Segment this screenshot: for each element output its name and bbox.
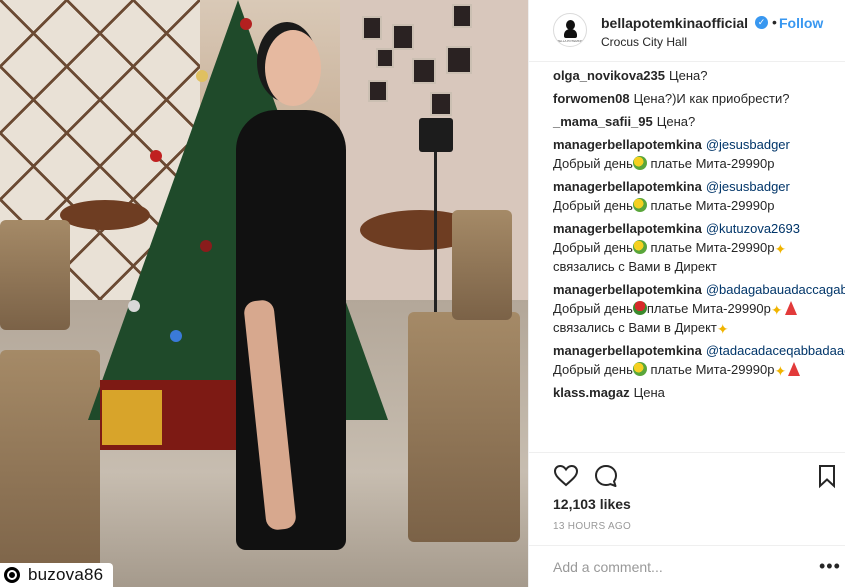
avatar-text: BELLA POTEMKINA [557, 39, 585, 43]
comment-text: Цена? [669, 68, 708, 83]
comment-mention-link[interactable]: @kutuzova2693 [706, 221, 800, 236]
comment-text: Добрый день [553, 362, 633, 377]
bouquet-emoji-icon [632, 362, 647, 376]
photo-ornament [170, 330, 182, 342]
add-comment-bar: ••• [529, 545, 845, 587]
comment-mention-link[interactable]: @jesusbadger [706, 137, 790, 152]
photo-ornament [200, 240, 212, 252]
instagram-logo-icon [4, 567, 20, 583]
photo-frame [446, 46, 472, 74]
comment-username[interactable]: _mama_safii_95 [553, 114, 653, 129]
sparkles-emoji-icon [774, 362, 788, 376]
post-photo[interactable]: buzova86 [0, 0, 528, 587]
photo-lamp [419, 118, 453, 152]
comment-text: платье Мита-29990р [646, 198, 775, 213]
comment-text: Цена [633, 385, 665, 400]
comment-username[interactable]: forwomen08 [553, 91, 630, 106]
comment-text: связались с Вами в Директ [553, 320, 717, 335]
watermark-username: buzova86 [28, 565, 104, 584]
comment-mention-link[interactable]: @tadacadaceqabbadaac5289 [706, 343, 845, 358]
photo-chair [408, 312, 520, 542]
verified-badge-icon: ✓ [755, 16, 768, 29]
post-timestamp[interactable]: 13 HOURS AGO [553, 521, 631, 532]
rose-emoji-icon [632, 301, 647, 315]
post-header: BELLA POTEMKINA bellapotemkinaofficial ✓… [529, 0, 845, 62]
heart-icon[interactable] [553, 463, 579, 489]
photo-chair [452, 210, 512, 320]
avatar-silhouette-body [564, 29, 577, 38]
comment-item: managerbellapotemkina @jesusbadger Добрый… [553, 135, 822, 173]
photo-frame [430, 92, 452, 116]
comment-text: платье Мита-29990р [646, 156, 775, 171]
photo-ornament [196, 70, 208, 82]
comment-username[interactable]: managerbellapotemkina [553, 343, 702, 358]
comment-item: klass.magaz Цена [553, 383, 822, 402]
photo-ornament [150, 150, 162, 162]
bouquet-emoji-icon [632, 198, 647, 212]
avatar[interactable]: BELLA POTEMKINA [553, 13, 587, 47]
comment-text: платье Мита-29990р [646, 301, 771, 316]
separator-dot: • [772, 14, 777, 30]
sparkles-emoji-icon [771, 301, 785, 315]
photo-frame [392, 24, 414, 50]
comment-text: Добрый день [553, 156, 633, 171]
photo-person-head [265, 30, 321, 106]
comment-item: managerbellapotemkina @badagabauadaccagab… [553, 280, 845, 337]
comment-text: платье Мита-29990р [646, 240, 775, 255]
comment-item: managerbellapotemkina @jesusbadger Добрый… [553, 177, 822, 215]
comment-text: Добрый день [553, 198, 633, 213]
location-link[interactable]: Crocus City Hall [601, 35, 687, 49]
photo-lamp-pole [434, 152, 437, 322]
sparkles-emoji-icon [717, 320, 731, 334]
comment-mention-link[interactable]: @jesusbadger [706, 179, 790, 194]
comment-text: Цена? [656, 114, 696, 129]
comment-username[interactable]: managerbellapotemkina [553, 179, 702, 194]
comment-text: связались с Вами в Директ [553, 259, 717, 274]
bouquet-emoji-icon [632, 156, 647, 170]
dress-emoji-icon [784, 301, 797, 315]
comment-username[interactable]: managerbellapotemkina [553, 137, 702, 152]
bookmark-icon[interactable] [817, 463, 837, 489]
comment-username[interactable]: olga_novikova235 [553, 68, 665, 83]
comment-bubble-icon[interactable] [593, 463, 619, 489]
comment-text: платье Мита-29990р [646, 362, 775, 377]
photo-chair [0, 220, 70, 330]
photo-ornament [128, 300, 140, 312]
comment-list[interactable]: olga_novikova235 Цена? forwomen08 Цена?)И к… [529, 62, 845, 452]
photo-frame [412, 58, 436, 84]
dress-emoji-icon [788, 362, 801, 376]
photo-gift-box [102, 390, 162, 445]
comment-mention-link[interactable]: @badagabauadaccagab2343 [706, 282, 845, 297]
comment-item: managerbellapotemkina @kutuzova2693 Добры… [553, 219, 822, 276]
photo-chair [0, 350, 100, 587]
comment-item: managerbellapotemkina @tadacadaceqabbadaa… [553, 341, 845, 379]
more-options-icon[interactable]: ••• [819, 556, 841, 577]
comment-username[interactable]: managerbellapotemkina [553, 282, 702, 297]
photo-watermark: buzova86 [0, 563, 114, 587]
photo-ornament [240, 18, 252, 30]
post-actions: 12,103 likes 13 HOURS AGO [529, 452, 845, 552]
likes-count[interactable]: 12,103 likes [553, 496, 631, 512]
comment-username[interactable]: klass.magaz [553, 385, 630, 400]
comment-item: forwomen08 Цена?)И как приобрести? [553, 89, 822, 108]
comment-text: Цена?)И как приобрести? [633, 91, 790, 106]
comment-item: olga_novikova235 Цена? [553, 66, 822, 85]
post-sidebar: BELLA POTEMKINA bellapotemkinaofficial ✓… [528, 0, 845, 587]
sparkles-emoji-icon [774, 240, 788, 254]
comment-item: _mama_safii_95 Цена? [553, 112, 822, 131]
photo-frame [452, 4, 472, 28]
comment-username[interactable]: managerbellapotemkina [553, 221, 702, 236]
add-comment-input[interactable] [553, 556, 803, 578]
comment-text: Добрый день [553, 301, 633, 316]
post-author-username[interactable]: bellapotemkinaofficial [601, 15, 748, 31]
bouquet-emoji-icon [632, 240, 647, 254]
comment-text: Добрый день [553, 240, 633, 255]
follow-button[interactable]: Follow [779, 15, 823, 31]
